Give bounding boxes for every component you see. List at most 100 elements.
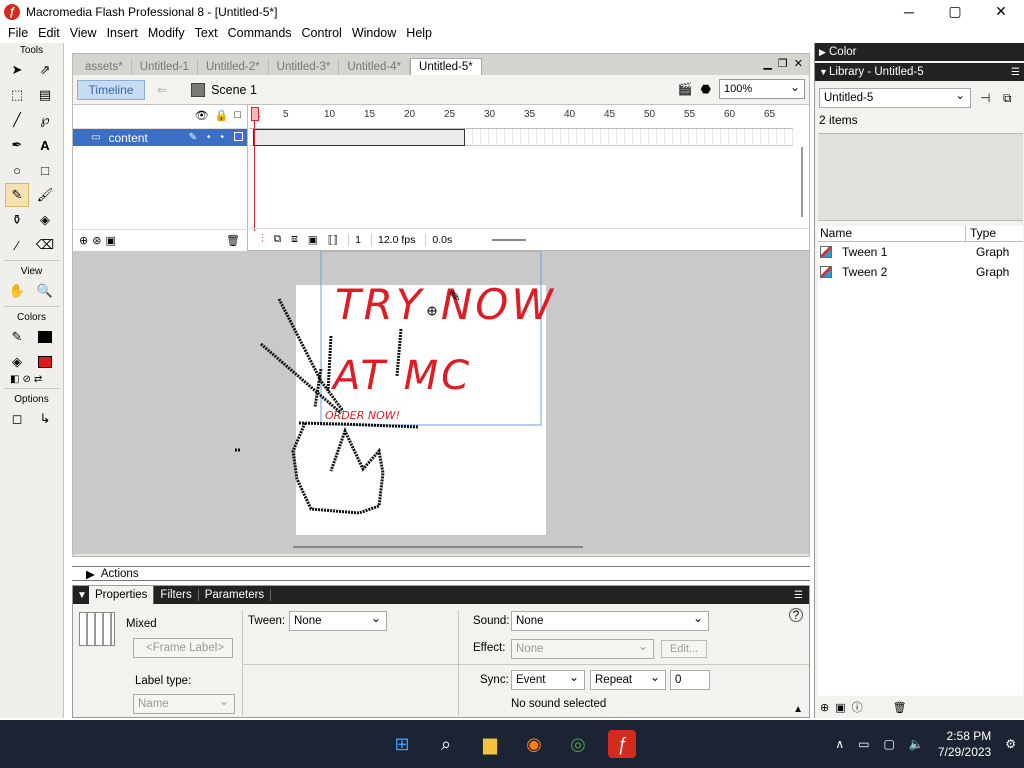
volume-icon[interactable]: 🔈: [909, 737, 924, 751]
zoom-tool-icon[interactable]: 🔍: [33, 279, 57, 303]
outline-color-icon[interactable]: [234, 132, 243, 141]
ink-bottle-tool-icon[interactable]: ⚱: [5, 208, 29, 232]
menu-window[interactable]: Window: [347, 26, 401, 40]
edit-sound-button[interactable]: Edit...: [661, 640, 707, 658]
menu-commands[interactable]: Commands: [223, 26, 297, 40]
visibility-dot[interactable]: •: [207, 132, 211, 143]
no-color-icon[interactable]: ⊘: [22, 374, 30, 385]
oval-tool-icon[interactable]: ○: [5, 158, 29, 182]
label-type-select[interactable]: Name: [133, 694, 235, 714]
panel-menu-icon[interactable]: ☰: [794, 590, 803, 601]
repeat-count-input[interactable]: 0: [670, 670, 710, 690]
menu-help[interactable]: Help: [401, 26, 437, 40]
firefox-icon[interactable]: ◉: [520, 730, 548, 758]
timeline-hscroll[interactable]: [492, 238, 527, 241]
edit-symbols-icon[interactable]: ⬣: [701, 82, 711, 96]
expand-properties-icon[interactable]: ▲: [793, 704, 803, 715]
eyedropper-tool-icon[interactable]: ⁄: [5, 233, 29, 257]
selection-tool-icon[interactable]: ➤: [5, 58, 29, 82]
pin-library-icon[interactable]: ⊣: [980, 91, 990, 105]
display-icon[interactable]: ▢: [884, 737, 895, 751]
insert-folder-icon[interactable]: ▣: [105, 234, 115, 247]
doc-close-icon[interactable]: ✕: [794, 57, 803, 70]
menu-insert[interactable]: Insert: [102, 26, 143, 40]
eraser-tool-icon[interactable]: ⌫: [33, 233, 57, 257]
tab-properties[interactable]: Properties: [89, 586, 155, 604]
color-panel-header[interactable]: ▶ Color: [815, 43, 1024, 61]
lock-all-icon[interactable]: 🔒: [215, 109, 229, 122]
layer-row-content[interactable]: ▭ content ✎ • •: [73, 129, 247, 146]
properties-icon[interactable]: ⓘ: [852, 699, 863, 715]
pencil-tool-icon[interactable]: ✎: [5, 183, 29, 207]
notifications-icon[interactable]: ⚙: [1005, 737, 1016, 751]
back-arrow-icon[interactable]: ⇐: [157, 83, 167, 97]
library-document-select[interactable]: Untitled-5: [819, 88, 971, 108]
clock[interactable]: 2:58 PM 7/29/2023: [938, 728, 991, 760]
free-transform-tool-icon[interactable]: ⬚: [5, 83, 29, 107]
line-tool-icon[interactable]: ╱: [5, 108, 29, 132]
flash-taskbar-icon[interactable]: ƒ: [608, 730, 636, 758]
tab-parameters[interactable]: Parameters: [199, 589, 272, 601]
fill-color-swatch[interactable]: [33, 350, 57, 374]
close-button[interactable]: ✕: [978, 0, 1024, 23]
insert-layer-icon[interactable]: ⊕: [79, 234, 88, 247]
playhead[interactable]: [254, 109, 260, 231]
minimize-button[interactable]: ─: [886, 0, 932, 23]
collapse-icon[interactable]: ▼: [77, 590, 87, 601]
lasso-tool-icon[interactable]: ℘: [33, 108, 57, 132]
library-item-tween-1[interactable]: Tween 1 Graph: [818, 242, 1023, 262]
help-icon[interactable]: ?: [789, 608, 803, 622]
sync-select[interactable]: Event: [511, 670, 585, 690]
menu-text[interactable]: Text: [190, 26, 223, 40]
stage-area[interactable]: TRY NOW AT MC ORDER NOW! ✎: [73, 251, 809, 554]
black-white-icon[interactable]: ◧: [10, 374, 19, 385]
pen-tool-icon[interactable]: ✒: [5, 133, 29, 157]
pencil-mode-icon[interactable]: ↳: [33, 407, 57, 431]
delete-layer-icon[interactable]: 🗑: [226, 234, 240, 247]
lock-dot[interactable]: •: [220, 132, 224, 143]
stage-hscroll[interactable]: [293, 546, 583, 548]
actions-panel-header[interactable]: ▶ Actions: [72, 566, 810, 581]
outline-all-icon[interactable]: □: [234, 109, 241, 122]
sound-select[interactable]: None: [511, 611, 709, 631]
rectangle-tool-icon[interactable]: □: [33, 158, 57, 182]
file-explorer-icon[interactable]: ▆: [476, 730, 504, 758]
new-folder-icon[interactable]: ▣: [835, 701, 845, 714]
onion-markers-icon[interactable]: ⟦⟧: [328, 234, 338, 246]
menu-control[interactable]: Control: [297, 26, 347, 40]
content-layer-frames[interactable]: [249, 129, 793, 146]
object-drawing-icon[interactable]: ◻: [5, 407, 29, 431]
col-name-header[interactable]: Name: [818, 226, 966, 241]
fill-transform-tool-icon[interactable]: ▤: [33, 83, 57, 107]
doc-restore-icon[interactable]: ❐: [778, 57, 788, 70]
tab-untitled-2[interactable]: Untitled-2*: [198, 59, 269, 75]
tab-untitled-1[interactable]: Untitled-1: [132, 59, 198, 75]
start-icon[interactable]: ⊞: [388, 730, 416, 758]
new-symbol-icon[interactable]: ⊕: [820, 701, 829, 714]
text-tool-icon[interactable]: A: [33, 133, 57, 157]
brush-tool-icon[interactable]: 🖌: [33, 183, 57, 207]
new-library-panel-icon[interactable]: ⧉: [1003, 91, 1012, 106]
tab-filters[interactable]: Filters: [154, 589, 199, 601]
tab-assets[interactable]: assets*: [77, 59, 132, 75]
search-icon[interactable]: ⌕: [432, 730, 460, 758]
maximize-button[interactable]: ▢: [932, 0, 978, 23]
frame-span[interactable]: [253, 129, 465, 146]
subselection-tool-icon[interactable]: ⇗: [33, 58, 57, 82]
show-hidden-icons-icon[interactable]: ∧: [835, 737, 844, 751]
swap-colors-icon[interactable]: ⇄: [34, 374, 42, 385]
network-icon[interactable]: ▭: [858, 737, 869, 751]
stroke-color-swatch[interactable]: [33, 325, 57, 349]
onion-skin-icon[interactable]: ⧉: [274, 233, 282, 246]
tab-untitled-5[interactable]: Untitled-5*: [410, 58, 482, 75]
show-hide-all-icon[interactable]: 👁: [195, 109, 209, 122]
tab-untitled-4[interactable]: Untitled-4*: [339, 59, 411, 75]
col-type-header[interactable]: Type: [966, 226, 996, 241]
chrome-icon[interactable]: ◎: [564, 730, 592, 758]
playhead-handle[interactable]: [251, 107, 259, 121]
repeat-select[interactable]: Repeat: [590, 670, 666, 690]
zoom-select[interactable]: 100%: [719, 79, 805, 99]
tween-select[interactable]: None: [289, 611, 387, 631]
panel-menu-icon[interactable]: ☰: [1011, 67, 1020, 78]
doc-minimize-icon[interactable]: ▁: [763, 57, 771, 70]
